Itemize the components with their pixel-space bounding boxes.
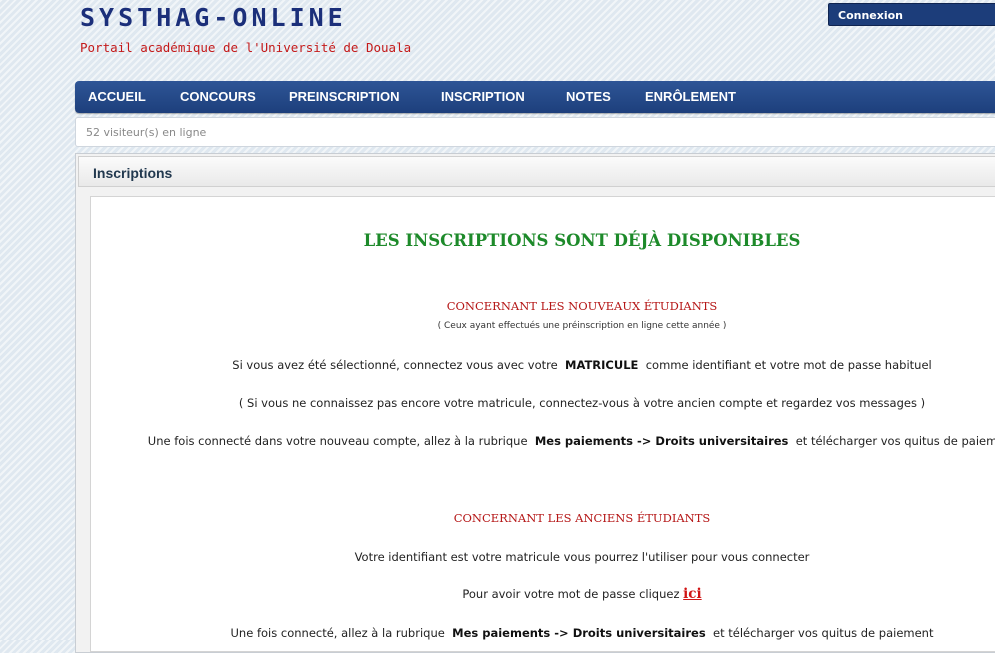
content-area: LES INSCRIPTIONS SONT DÉJÀ DISPONIBLES C… bbox=[90, 196, 995, 652]
nav-item-preinscription[interactable]: PREINSCRIPTION bbox=[289, 81, 400, 113]
payments-path-term: Mes paiements -> Droits universitaires bbox=[534, 434, 789, 448]
new-students-note: ( Ceux ayant effectués une préinscriptio… bbox=[437, 321, 727, 331]
site-title: SYSTHAG-ONLINE bbox=[80, 3, 347, 32]
nav-item-notes[interactable]: NOTES bbox=[566, 81, 611, 113]
login-button[interactable]: Connexion bbox=[828, 3, 995, 26]
new-students-line-3: Une fois connecté dans votre nouveau com… bbox=[147, 434, 995, 448]
nav-item-concours[interactable]: CONCOURS bbox=[180, 81, 256, 113]
panel-title: Inscriptions bbox=[93, 165, 173, 181]
new-students-heading: CONCERNANT LES NOUVEAUX ÉTUDIANTS bbox=[446, 299, 718, 313]
announcement-headline: LES INSCRIPTIONS SONT DÉJÀ DISPONIBLES bbox=[363, 231, 801, 250]
visitors-bar: 52 visiteur(s) en ligne bbox=[75, 117, 995, 147]
panel-header: Inscriptions bbox=[78, 156, 995, 187]
new-students-line-1: Si vous avez été sélectionné, connectez … bbox=[232, 358, 932, 372]
payments-path-term: Mes paiements -> Droits universitaires bbox=[452, 626, 706, 640]
old-students-line-1: Votre identifiant est votre matricule vo… bbox=[354, 550, 810, 564]
old-students-line-3: Une fois connecté, allez à la rubrique M… bbox=[230, 626, 934, 640]
password-link[interactable]: ici bbox=[683, 586, 701, 602]
new-students-line-2: ( Si vous ne connaissez pas encore votre… bbox=[238, 396, 926, 410]
inscriptions-panel: Inscriptions LES INSCRIPTIONS SONT DÉJÀ … bbox=[75, 153, 995, 653]
visitor-count: 52 visiteur(s) en ligne bbox=[86, 126, 207, 139]
main-navbar: ACCUEIL CONCOURS PREINSCRIPTION INSCRIPT… bbox=[75, 81, 995, 113]
old-students-line-2: Pour avoir votre mot de passe cliquez ic… bbox=[462, 586, 702, 602]
site-subtitle: Portail académique de l'Université de Do… bbox=[80, 40, 412, 55]
old-students-heading: CONCERNANT LES ANCIENS ÉTUDIANTS bbox=[453, 511, 711, 525]
nav-item-enrolement[interactable]: ENRÔLEMENT bbox=[645, 81, 736, 113]
nav-item-accueil[interactable]: ACCUEIL bbox=[88, 81, 146, 113]
matricule-term: MATRICULE bbox=[565, 358, 639, 372]
nav-item-inscription[interactable]: INSCRIPTION bbox=[441, 81, 525, 113]
